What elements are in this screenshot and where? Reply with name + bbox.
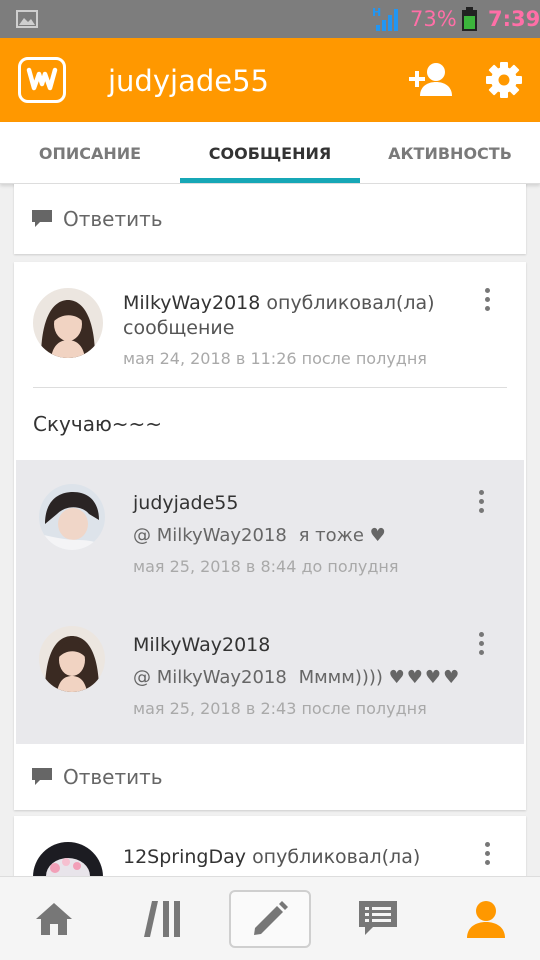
heart-icon: ♥ bbox=[369, 525, 386, 546]
post-timestamp: мая 24, 2018 в 11:26 после полудня bbox=[123, 349, 427, 368]
avatar[interactable] bbox=[33, 842, 103, 876]
home-icon bbox=[36, 903, 72, 935]
avatar[interactable] bbox=[33, 288, 103, 358]
active-tab-indicator bbox=[180, 178, 360, 183]
add-user-icon[interactable] bbox=[408, 60, 454, 100]
bottom-navigation bbox=[0, 876, 540, 960]
nav-profile[interactable] bbox=[458, 891, 514, 947]
post-header: 12SpringDay опубликовал(ла) bbox=[123, 846, 420, 868]
comment-icon bbox=[32, 210, 52, 227]
divider bbox=[33, 387, 507, 388]
status-bar: H 73% 7:39 bbox=[0, 0, 540, 38]
comment-icon bbox=[32, 768, 52, 785]
wattpad-logo-icon[interactable] bbox=[18, 57, 66, 103]
reply-text: Мммм)))) bbox=[298, 667, 383, 688]
app-bar: judyjade55 bbox=[0, 38, 540, 122]
pencil-icon bbox=[254, 901, 288, 935]
tab-description[interactable]: ОПИСАНИЕ bbox=[0, 122, 180, 184]
post-author-name[interactable]: MilkyWay2018 bbox=[123, 292, 260, 314]
post-body-text: Скучаю~~~ bbox=[33, 412, 163, 436]
tab-activity[interactable]: АКТИВНОСТЬ bbox=[360, 122, 540, 184]
nav-write[interactable] bbox=[229, 890, 311, 948]
post-more-options-icon[interactable] bbox=[478, 840, 496, 870]
post-action-object: сообщение bbox=[123, 317, 235, 339]
reply-more-options-icon[interactable] bbox=[472, 630, 490, 660]
messages-feed[interactable]: Ответить MilkyWay2018 опубликовал(ла) со… bbox=[0, 184, 540, 876]
nav-home[interactable] bbox=[26, 891, 82, 947]
reply-mention-link[interactable]: @ MilkyWay2018 bbox=[133, 525, 287, 546]
battery-icon bbox=[462, 7, 477, 31]
reply-more-options-icon[interactable] bbox=[472, 488, 490, 518]
reply-button[interactable]: Ответить bbox=[14, 186, 526, 252]
previous-message-card: Ответить bbox=[14, 184, 526, 254]
reply-label: Ответить bbox=[63, 765, 163, 789]
reply-author-name[interactable]: MilkyWay2018 bbox=[133, 634, 270, 656]
profile-username-title: judyjade55 bbox=[108, 64, 269, 98]
post-more-options-icon[interactable] bbox=[478, 286, 496, 316]
svg-text:H: H bbox=[372, 6, 381, 19]
image-notification-icon bbox=[16, 10, 38, 28]
gear-icon[interactable] bbox=[484, 60, 524, 100]
tab-bar: ОПИСАНИЕ СООБЩЕНИЯ АКТИВНОСТЬ bbox=[0, 122, 540, 184]
reply-timestamp: мая 25, 2018 в 8:44 до полудня bbox=[133, 557, 399, 576]
reply-author-name[interactable]: judyjade55 bbox=[133, 492, 238, 514]
reply-button[interactable]: Ответить bbox=[14, 744, 526, 810]
tab-messages[interactable]: СООБЩЕНИЯ bbox=[180, 122, 360, 184]
message-card: MilkyWay2018 опубликовал(ла) сообщение м… bbox=[14, 262, 526, 810]
replies-section: judyjade55 @ MilkyWay2018 я тоже ♥ мая 2… bbox=[16, 460, 524, 744]
reply-body: @ MilkyWay2018 Мммм)))) ♥♥♥♥ bbox=[133, 667, 461, 688]
reply-mention-link[interactable]: @ MilkyWay2018 bbox=[133, 667, 287, 688]
post-author-name[interactable]: 12SpringDay bbox=[123, 846, 246, 868]
battery-percent: 73% bbox=[410, 7, 457, 31]
profile-icon bbox=[467, 901, 505, 938]
library-icon bbox=[144, 901, 180, 937]
reply-text: я тоже bbox=[298, 525, 364, 546]
post-action-text: опубликовал(ла) bbox=[252, 846, 421, 868]
nav-library[interactable] bbox=[135, 891, 191, 947]
post-action-text: опубликовал(ла) bbox=[266, 292, 435, 314]
reply-label: Ответить bbox=[63, 207, 163, 231]
message-card: 12SpringDay опубликовал(ла) bbox=[14, 816, 526, 876]
avatar[interactable] bbox=[39, 484, 105, 550]
messages-icon bbox=[359, 901, 397, 935]
avatar[interactable] bbox=[39, 626, 105, 692]
nav-messages[interactable] bbox=[350, 891, 406, 947]
reply-timestamp: мая 25, 2018 в 2:43 после полудня bbox=[133, 699, 427, 718]
post-header: MilkyWay2018 опубликовал(ла) bbox=[123, 292, 435, 314]
hearts-icon: ♥♥♥♥ bbox=[388, 667, 462, 688]
clock: 7:39 bbox=[488, 7, 540, 31]
signal-icon: H bbox=[372, 6, 398, 31]
reply-body: @ MilkyWay2018 я тоже ♥ bbox=[133, 525, 386, 546]
